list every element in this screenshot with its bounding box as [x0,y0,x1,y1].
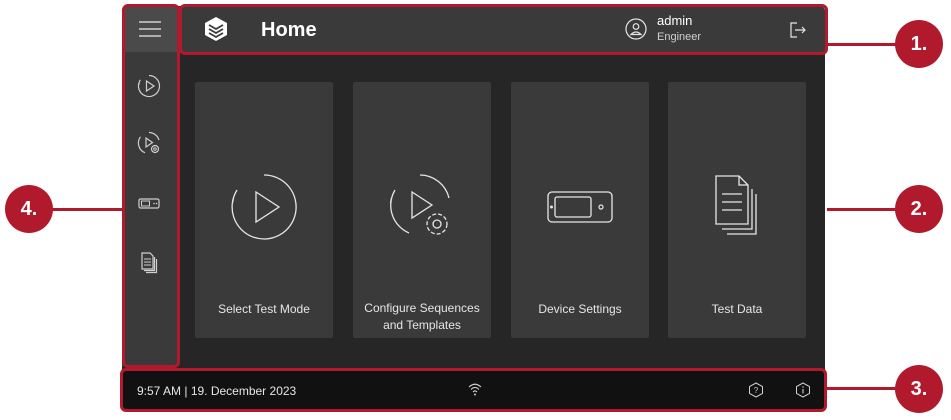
callout-1: 1. [895,20,943,68]
highlight-sidebar [122,4,180,368]
callout-3: 3. [895,365,943,413]
callout-line-3 [827,387,897,390]
play-gear-icon [389,174,450,235]
callout-2: 2. [895,185,943,233]
tile-configure-sequences[interactable]: Configure Sequences and Templates [353,82,491,338]
documents-icon [715,175,757,235]
tile-select-test-mode[interactable]: Select Test Mode [195,82,333,338]
callout-line-1 [827,43,897,46]
tile-label: Device Settings [538,302,622,316]
tile-label: Test Data [711,302,763,316]
device-screen: Home admin Engineer Select Test Mode Con… [122,6,825,410]
play-icon [231,174,297,240]
tile-device-settings[interactable]: Device Settings [511,82,649,338]
callout-4: 4. [5,185,53,233]
device-icon [547,191,613,223]
callout-line-2 [827,208,897,211]
tile-test-data[interactable]: Test Data [668,82,806,338]
tile-label: Configure Sequences and Templates [364,301,480,332]
callout-line-4 [52,208,122,211]
tile-label: Select Test Mode [218,302,310,316]
highlight-footer [120,368,827,412]
highlight-header [179,4,828,55]
